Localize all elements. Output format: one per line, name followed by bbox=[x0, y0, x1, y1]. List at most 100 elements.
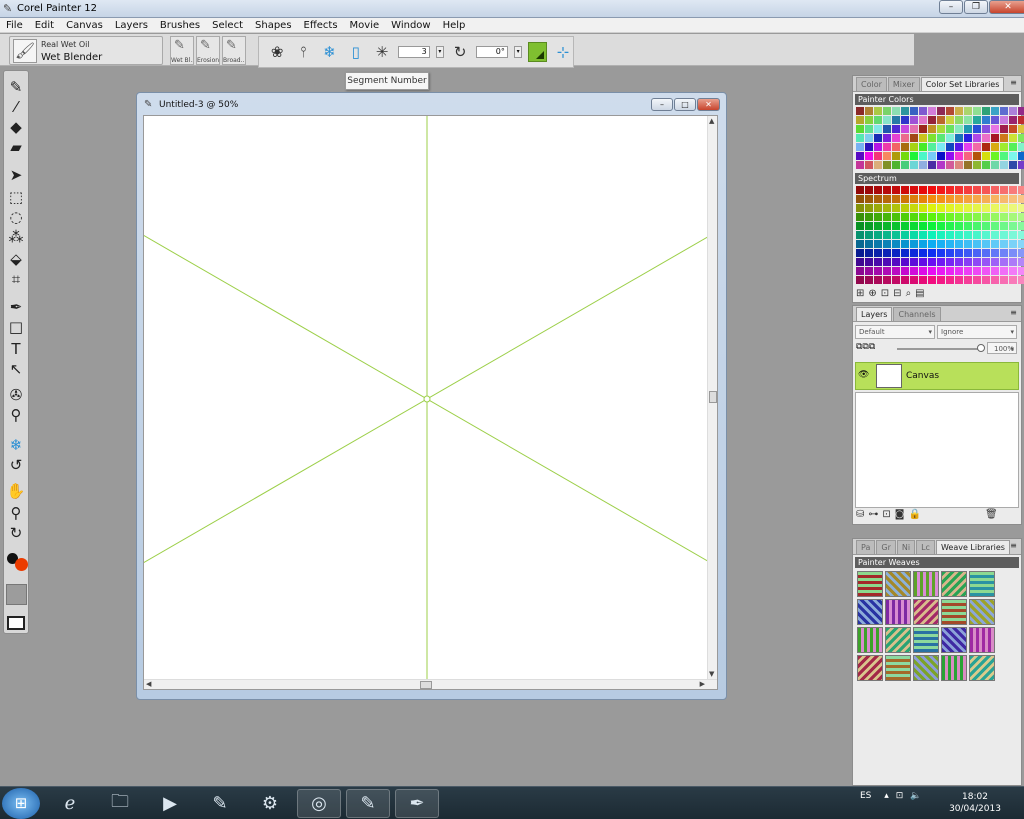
tab-lc[interactable]: Lc bbox=[916, 540, 935, 554]
segment-icon[interactable]: ✳ bbox=[372, 43, 392, 61]
color-swatch[interactable] bbox=[991, 276, 999, 284]
brush-selector[interactable]: 🖌 Real Wet Oil Wet Blender bbox=[9, 36, 163, 65]
weave-swatch[interactable] bbox=[941, 599, 967, 625]
color-swatch[interactable] bbox=[973, 249, 981, 257]
color-swatch[interactable] bbox=[955, 107, 963, 115]
color-swatch[interactable] bbox=[901, 231, 909, 239]
color-swatch[interactable] bbox=[946, 240, 954, 248]
menu-canvas[interactable]: Canvas bbox=[60, 18, 109, 32]
color-swatch[interactable] bbox=[1009, 107, 1017, 115]
color-swatch[interactable] bbox=[901, 152, 909, 160]
color-swatch[interactable] bbox=[874, 134, 882, 142]
color-swatch[interactable] bbox=[856, 195, 864, 203]
paper-selector[interactable] bbox=[6, 584, 27, 605]
color-swatch[interactable] bbox=[937, 161, 945, 169]
color-swatch[interactable] bbox=[937, 267, 945, 275]
color-swatch[interactable] bbox=[883, 152, 891, 160]
clock[interactable]: 18:02 30/04/2013 bbox=[945, 791, 1005, 815]
color-swatch[interactable] bbox=[919, 258, 927, 266]
menu-shapes[interactable]: Shapes bbox=[249, 18, 298, 32]
color-swatch[interactable] bbox=[955, 276, 963, 284]
color-swatch[interactable] bbox=[982, 152, 990, 160]
transform-icon[interactable]: ⬙ bbox=[5, 249, 27, 269]
close-button[interactable]: ✕ bbox=[989, 0, 1024, 14]
color-swatch[interactable] bbox=[883, 134, 891, 142]
color-swatch[interactable] bbox=[1009, 258, 1017, 266]
color-swatch[interactable] bbox=[865, 107, 873, 115]
color-swatch[interactable] bbox=[874, 213, 882, 221]
color-swatch[interactable] bbox=[964, 161, 972, 169]
color-swatch[interactable] bbox=[1009, 116, 1017, 124]
color-swatch[interactable] bbox=[955, 213, 963, 221]
color-swatch[interactable] bbox=[928, 152, 936, 160]
color-swatch[interactable] bbox=[910, 240, 918, 248]
color-swatch[interactable] bbox=[892, 249, 900, 257]
recent-brush[interactable]: ✎ Erosion... bbox=[196, 36, 220, 65]
color-swatch[interactable] bbox=[1018, 125, 1024, 133]
color-swatch[interactable] bbox=[973, 152, 981, 160]
color-swatch[interactable] bbox=[991, 222, 999, 230]
color-swatch[interactable] bbox=[874, 204, 882, 212]
color-swatch[interactable] bbox=[1018, 258, 1024, 266]
color-swatch[interactable] bbox=[910, 267, 918, 275]
color-swatch[interactable] bbox=[955, 134, 963, 142]
color-swatch[interactable] bbox=[946, 186, 954, 194]
doc-maximize-button[interactable]: □ bbox=[674, 98, 696, 111]
center-handle[interactable] bbox=[423, 395, 431, 403]
color-swatch[interactable] bbox=[856, 116, 864, 124]
color-swatch[interactable] bbox=[928, 107, 936, 115]
color-swatch[interactable] bbox=[1009, 276, 1017, 284]
color-swatch[interactable] bbox=[955, 258, 963, 266]
color-swatch[interactable] bbox=[1000, 143, 1008, 151]
color-swatch[interactable] bbox=[910, 276, 918, 284]
weave-swatch[interactable] bbox=[913, 571, 939, 597]
cloner-icon[interactable]: ✇ bbox=[5, 385, 27, 405]
color-swatch[interactable] bbox=[991, 213, 999, 221]
kaleidoscope-icon[interactable]: ❄ bbox=[5, 435, 27, 455]
color-swatch[interactable] bbox=[874, 276, 882, 284]
color-swatch[interactable] bbox=[955, 186, 963, 194]
chrome-icon[interactable]: ◎ bbox=[297, 789, 341, 818]
color-swatch[interactable] bbox=[973, 134, 981, 142]
network-icon[interactable]: ⊡ bbox=[896, 791, 904, 801]
color-swatch[interactable] bbox=[928, 204, 936, 212]
color-swatch[interactable] bbox=[1009, 249, 1017, 257]
color-swatch[interactable] bbox=[928, 276, 936, 284]
doc-close-button[interactable]: ✕ bbox=[697, 98, 720, 111]
color-swatch[interactable] bbox=[1000, 152, 1008, 160]
color-swatch[interactable] bbox=[928, 222, 936, 230]
color-swatch[interactable] bbox=[928, 125, 936, 133]
weave-swatch[interactable] bbox=[913, 627, 939, 653]
color-swatch[interactable] bbox=[991, 152, 999, 160]
color-swatch[interactable] bbox=[910, 143, 918, 151]
opacity-slider[interactable] bbox=[897, 348, 981, 350]
export-icon[interactable]: ⊟ bbox=[893, 288, 901, 299]
color-swatch[interactable] bbox=[910, 231, 918, 239]
color-swatch[interactable] bbox=[1018, 204, 1024, 212]
color-swatch[interactable] bbox=[892, 267, 900, 275]
color-swatch[interactable] bbox=[856, 258, 864, 266]
color-swatch[interactable] bbox=[964, 152, 972, 160]
color-swatch[interactable] bbox=[1018, 267, 1024, 275]
color-swatch[interactable] bbox=[991, 267, 999, 275]
color-swatch[interactable] bbox=[946, 222, 954, 230]
new-set-icon[interactable]: ⊕ bbox=[868, 288, 876, 299]
import-icon[interactable]: ⊡ bbox=[881, 288, 889, 299]
color-swatch[interactable] bbox=[910, 249, 918, 257]
color-swatch[interactable] bbox=[955, 116, 963, 124]
volume-icon[interactable]: 🔈 bbox=[910, 791, 921, 801]
color-swatch[interactable] bbox=[946, 143, 954, 151]
color-swatch[interactable] bbox=[991, 186, 999, 194]
weave-grid[interactable] bbox=[853, 568, 1021, 684]
color-swatch[interactable] bbox=[964, 186, 972, 194]
weave-swatch[interactable] bbox=[885, 627, 911, 653]
color-swatch[interactable] bbox=[883, 231, 891, 239]
color-swatch[interactable] bbox=[856, 107, 864, 115]
color-swatch[interactable] bbox=[1009, 240, 1017, 248]
color-swatch[interactable] bbox=[910, 186, 918, 194]
color-swatch[interactable] bbox=[973, 143, 981, 151]
color-swatch[interactable] bbox=[865, 267, 873, 275]
pen-icon[interactable]: ✒ bbox=[5, 297, 27, 317]
color-swatch[interactable] bbox=[973, 240, 981, 248]
color-swatch[interactable] bbox=[865, 161, 873, 169]
